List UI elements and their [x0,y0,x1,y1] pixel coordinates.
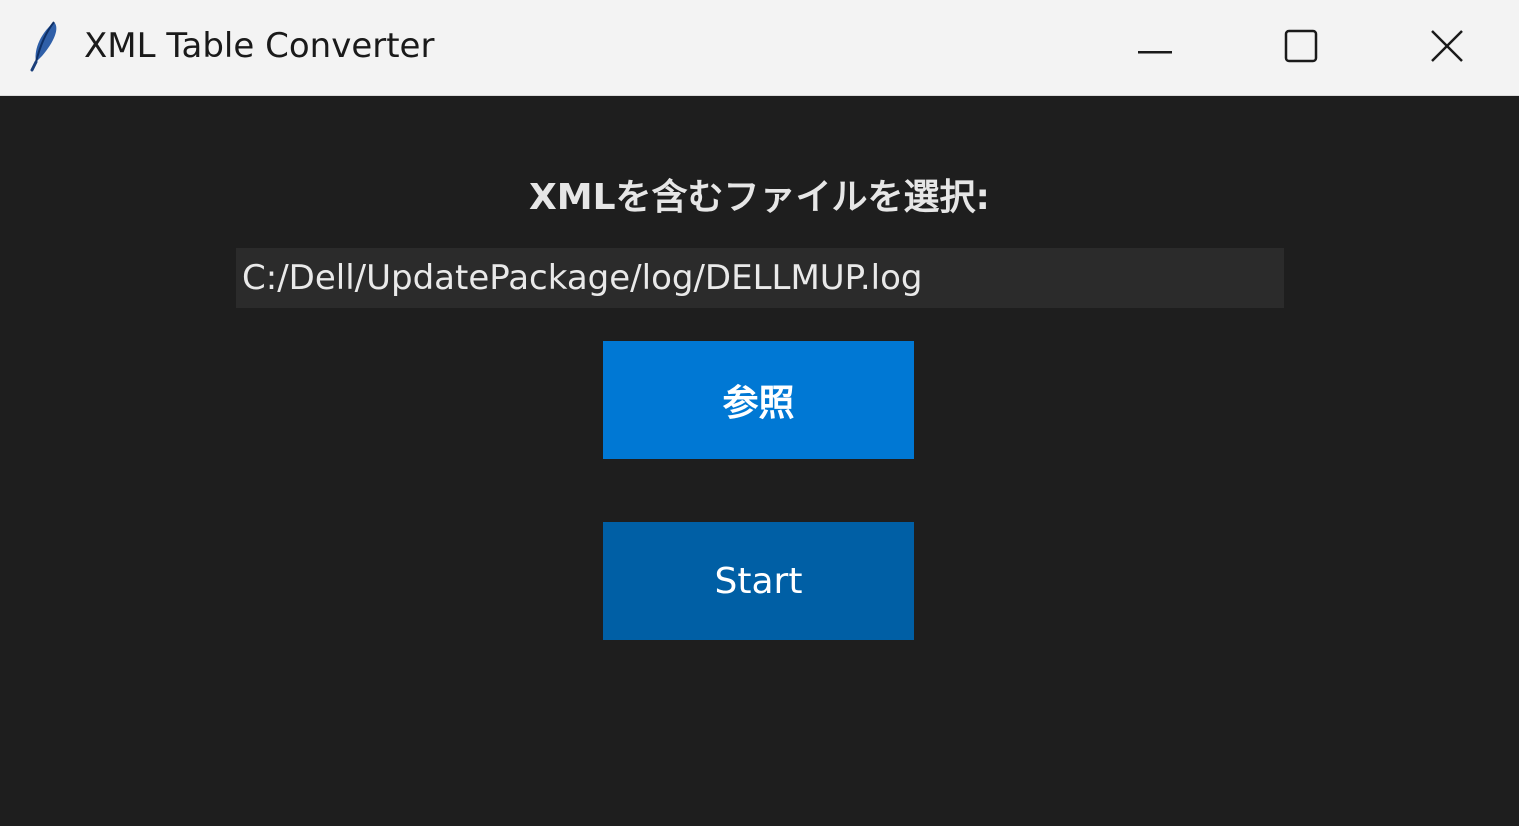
file-select-label: XMLを含むファイルを選択: [529,177,990,218]
maximize-icon [1284,29,1318,67]
app-window: XML Table Converter XMLを含むファイルを選択: 参照 St… [0,0,1519,826]
minimize-icon [1138,39,1172,58]
file-path-input[interactable] [236,248,1284,308]
close-button[interactable] [1374,0,1519,96]
title-bar[interactable]: XML Table Converter [0,0,1519,96]
start-button[interactable]: Start [603,522,914,640]
window-title: XML Table Converter [84,26,435,66]
browse-button[interactable]: 参照 [603,341,914,459]
minimize-button[interactable] [1082,0,1228,96]
close-icon [1430,29,1464,67]
maximize-button[interactable] [1228,0,1374,96]
feather-icon [24,18,64,72]
